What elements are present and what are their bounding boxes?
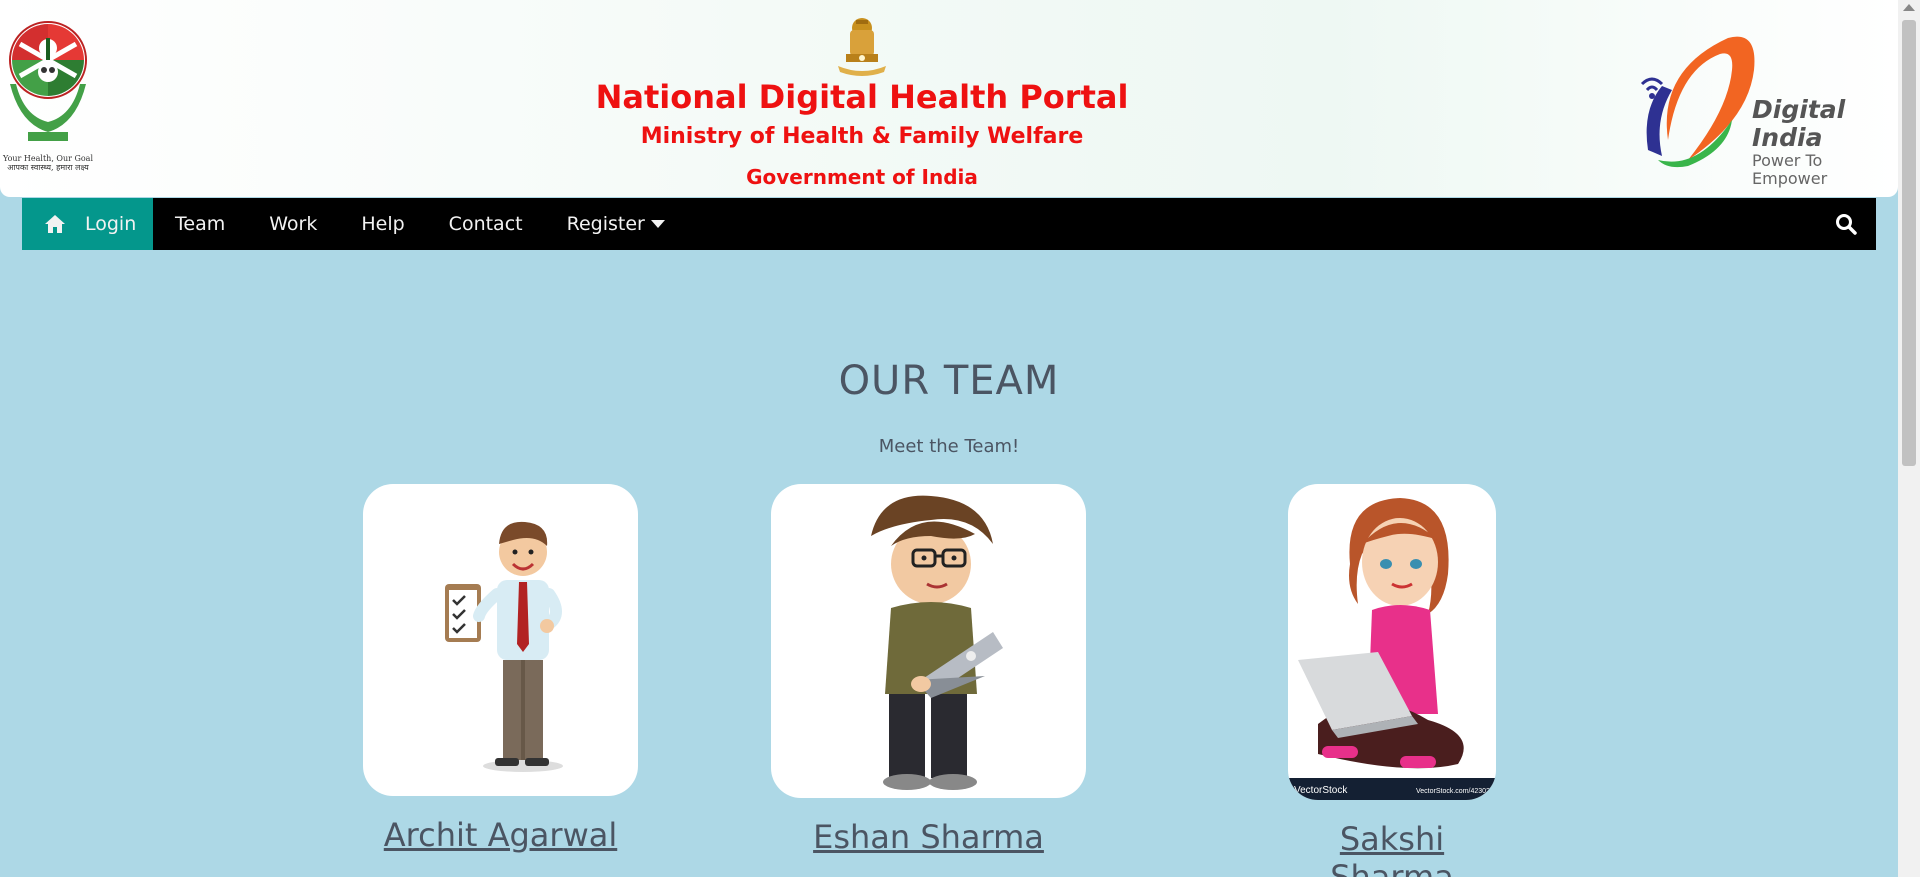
member-name-eshan[interactable]: Eshan Sharma <box>771 818 1086 856</box>
page: Your Health, Our Goal आपका स्वास्थ्य, हम… <box>0 0 1920 877</box>
team-heading: OUR TEAM <box>838 358 1060 404</box>
digital-india-tagline: Power To Empower <box>1752 151 1828 188</box>
nav-team[interactable]: Team <box>153 198 247 250</box>
home-icon <box>44 214 66 234</box>
health-ministry-logo: Your Health, Our Goal आपका स्वास्थ्य, हम… <box>0 14 96 172</box>
member-name-archit[interactable]: Archit Agarwal <box>363 816 638 854</box>
nav-contact-label: Contact <box>448 213 523 235</box>
team-subheading: Meet the Team! <box>878 436 1020 457</box>
health-logo-icon <box>9 21 87 141</box>
nav-register-dropdown[interactable]: Register <box>545 198 687 250</box>
nav-login[interactable]: Login <box>22 198 153 250</box>
nav-help-label: Help <box>361 213 405 235</box>
nav-contact[interactable]: Contact <box>427 198 545 250</box>
nav-work[interactable]: Work <box>247 198 339 250</box>
nav-login-label: Login <box>85 213 137 235</box>
caption-english: Your Health, Our Goal <box>2 154 94 163</box>
main-navbar: Login Team Work Help Contact Register <box>22 198 1876 250</box>
caret-down-icon <box>650 220 665 228</box>
digital-india-text: Digital India Power To Empower <box>1752 96 1898 188</box>
nav-work-label: Work <box>269 213 318 235</box>
search-button[interactable] <box>1816 198 1876 250</box>
member-card-sakshi: VectorStock VectorStock.com/42302 <box>1288 484 1496 800</box>
member-card-eshan <box>771 484 1086 798</box>
digital-india-title: Digital India <box>1752 95 1846 152</box>
digital-india-icon <box>1640 36 1755 168</box>
portal-titles: National Digital Health Portal Ministry … <box>542 74 1182 192</box>
national-emblem-icon <box>834 14 890 78</box>
nav-help[interactable]: Help <box>339 198 426 250</box>
scrollbar-thumb[interactable] <box>1902 20 1916 466</box>
scroll-up-arrow-icon[interactable] <box>1903 4 1915 11</box>
page-scrollbar[interactable] <box>1898 0 1920 877</box>
government-name: Government of India <box>746 165 978 189</box>
vectorstock-watermark-left: VectorStock <box>1294 785 1348 796</box>
health-logo-caption: Your Health, Our Goal आपका स्वास्थ्य, हम… <box>0 154 96 172</box>
man-with-clipboard-avatar <box>445 521 563 772</box>
portal-title: National Digital Health Portal <box>595 78 1129 116</box>
vectorstock-watermark-right: VectorStock.com/42302 <box>1416 788 1490 795</box>
nav-register-label: Register <box>566 213 645 235</box>
girl-with-laptop-avatar: VectorStock VectorStock.com/42302 <box>1288 498 1496 800</box>
member-card-archit <box>363 484 638 796</box>
caption-hindi: आपका स्वास्थ्य, हमारा लक्ष्य <box>7 163 89 172</box>
site-header: Your Health, Our Goal आपका स्वास्थ्य, हम… <box>0 0 1898 197</box>
nav-team-label: Team <box>175 213 226 235</box>
member-name-sakshi[interactable]: Sakshi Sharma <box>1288 820 1496 877</box>
search-icon <box>1836 214 1857 235</box>
ministry-name: Ministry of Health & Family Welfare <box>640 124 1084 149</box>
boy-with-laptop-avatar <box>871 495 1003 790</box>
